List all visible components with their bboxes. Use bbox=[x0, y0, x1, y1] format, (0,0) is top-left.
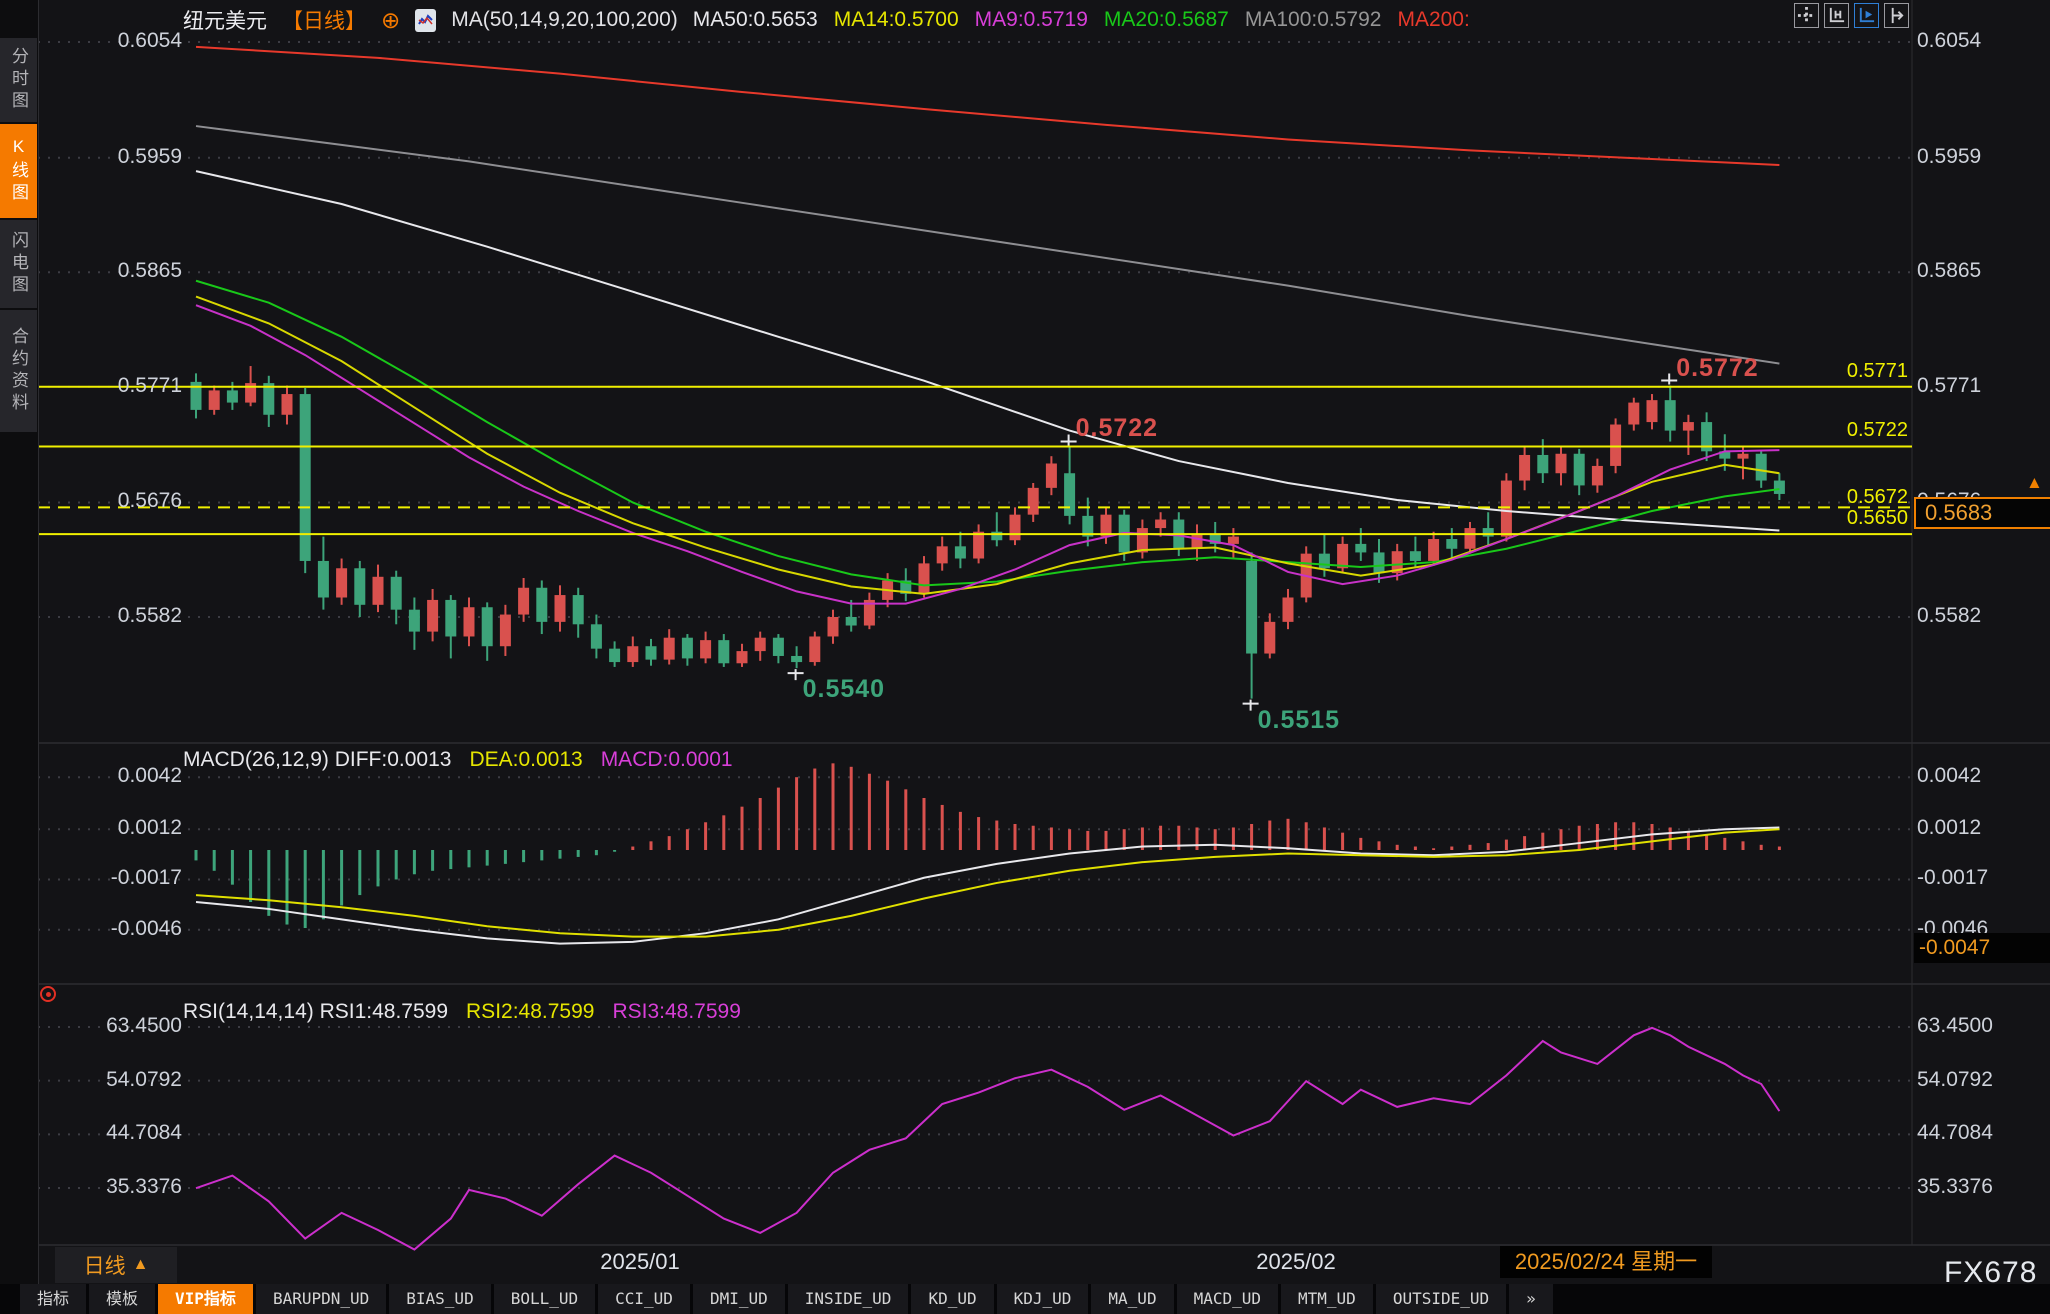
price-axis-label: 0.5582 bbox=[117, 603, 182, 627]
macd-pane-header: MACD(26,12,9) DIFF:0.0013 DEA:0.0013 MACD:… bbox=[183, 748, 733, 772]
month-axis-label: 2025/01 bbox=[600, 1249, 680, 1274]
rsi-axis-label: 35.3376 bbox=[1917, 1174, 1993, 1198]
macd-min-badge: -0.0047 bbox=[1914, 933, 2050, 963]
level-line-label: 0.5650 bbox=[1846, 507, 1908, 530]
ma-value-label: MA14:0.5700 bbox=[833, 8, 959, 31]
ma-value-label: MA200: bbox=[1397, 8, 1470, 31]
ma-params-label: MA(50,14,9,20,100,200) bbox=[451, 8, 678, 31]
price-axis-label: 0.5865 bbox=[117, 259, 182, 283]
rsi-axis-label: 44.7084 bbox=[1917, 1121, 1993, 1145]
indicator-tab-biasud[interactable]: BIAS_UD bbox=[389, 1284, 491, 1314]
crosshair-icon[interactable] bbox=[1794, 3, 1819, 28]
level-line-label: 0.5672 bbox=[1846, 486, 1908, 509]
price-axis-label: 0.5676 bbox=[117, 489, 182, 513]
chart-canvas[interactable] bbox=[0, 0, 2050, 1314]
ma-value-label: MA20:0.5687 bbox=[1103, 8, 1229, 31]
symbol-name: 纽元美元 bbox=[183, 10, 267, 33]
level-line-label: 0.5771 bbox=[1846, 359, 1908, 382]
ma-value-label: MA50:0.5653 bbox=[692, 8, 818, 31]
indicator-tab-maud[interactable]: MA_UD bbox=[1091, 1284, 1174, 1314]
indicator-tab-kdud[interactable]: KD_UD bbox=[911, 1284, 994, 1314]
ma-value-label: MA100:0.5792 bbox=[1244, 8, 1382, 31]
add-compare-icon[interactable]: ⊕ bbox=[381, 9, 400, 32]
indicator-tab-outsideud[interactable]: OUTSIDE_UD bbox=[1375, 1284, 1507, 1314]
indicator-tab-kdjud[interactable]: KDJ_UD bbox=[996, 1284, 1089, 1314]
indicator-tab-[interactable]: 模板 bbox=[89, 1284, 156, 1314]
indicator-tab-macdud[interactable]: MACD_UD bbox=[1176, 1284, 1279, 1314]
rsi-value-label: RSI3:48.7599 bbox=[612, 1000, 741, 1023]
price-axis-label: 0.5959 bbox=[117, 144, 182, 168]
period-selector[interactable]: 日线 ▲ bbox=[55, 1247, 177, 1283]
indicator-tab-[interactable]: 指标 bbox=[20, 1284, 87, 1314]
indicator-tabbar: 指标 模板 VIP指标 BARUPDN_UD BIAS_UD BOLL_UD CCI_UD D… bbox=[0, 1284, 2050, 1314]
macd-axis-label: 0.0012 bbox=[1917, 816, 1982, 840]
indicator-tab-mtmud[interactable]: MTM_UD bbox=[1281, 1284, 1373, 1314]
price-annotation: 0.5772 bbox=[1676, 353, 1759, 382]
macd-value-label: DEA:0.0013 bbox=[469, 748, 583, 771]
level-line-label: 0.5722 bbox=[1846, 419, 1908, 442]
price-axis-label: 0.5582 bbox=[1917, 603, 1982, 627]
rsi-pane-header: RSI(14,14,14) RSI1:48.7599 RSI2:48.7599 RS… bbox=[183, 1000, 741, 1024]
price-axis-label: 0.5771 bbox=[1917, 373, 1982, 397]
macd-axis-label: 0.0042 bbox=[117, 764, 182, 788]
scale-toolbar bbox=[1794, 3, 1909, 28]
indicator-tab-vip[interactable]: VIP指标 bbox=[158, 1284, 253, 1314]
rsi-value-label: RSI2:48.7599 bbox=[466, 1000, 595, 1023]
target-marker-icon bbox=[40, 986, 56, 1002]
ma-legend: MA50:0.5653 MA14:0.5700 MA9:0.5719 MA20:0.5… bbox=[693, 8, 1470, 32]
sidebar-item-timeshare[interactable]: 分时图 bbox=[0, 38, 37, 122]
rsi-axis-label: 63.4500 bbox=[106, 1014, 182, 1037]
indicator-tab-dmiud[interactable]: DMI_UD bbox=[692, 1284, 785, 1314]
month-axis-label: 2025/02 bbox=[1256, 1249, 1336, 1274]
rsi-axis-label: 54.0792 bbox=[106, 1067, 182, 1091]
period-selector-label: 日线 bbox=[83, 1255, 126, 1278]
sidebar-item-contract-info[interactable]: 合约资料 bbox=[0, 310, 37, 432]
macd-value-label: MACD(26,12,9) DIFF:0.0013 bbox=[183, 748, 452, 771]
price-axis-label: 0.5959 bbox=[1917, 144, 1982, 168]
price-axis-label: 0.6054 bbox=[1917, 29, 1982, 52]
indicator-tab-insideud[interactable]: INSIDE_UD bbox=[787, 1284, 909, 1314]
macd-axis-label: -0.0017 bbox=[1917, 866, 1989, 890]
cursor-date-badge: 2025/02/24 星期一 bbox=[1500, 1246, 1712, 1278]
indicator-chart-icon[interactable] bbox=[415, 8, 437, 32]
axis-scale-icon[interactable] bbox=[1824, 3, 1849, 28]
indicator-tab-bollud[interactable]: BOLL_UD bbox=[493, 1284, 596, 1314]
price-axis-label: 0.5771 bbox=[117, 373, 182, 397]
rsi-value-label: RSI(14,14,14) RSI1:48.7599 bbox=[183, 1000, 449, 1023]
price-annotation: 0.5722 bbox=[1075, 414, 1159, 443]
price-pane-header: 纽元美元 【日线】 ⊕ MA(50,14,9,20,100,200) MA50:… bbox=[183, 5, 1470, 35]
rsi-axis-label: 63.4500 bbox=[1917, 1014, 1993, 1037]
period-tag[interactable]: 【日线】 bbox=[282, 5, 366, 35]
macd-axis-label: 0.0042 bbox=[1917, 764, 1982, 788]
rsi-axis-label: 54.0792 bbox=[1917, 1067, 1993, 1091]
ma-value-label: MA9:0.5719 bbox=[974, 8, 1088, 31]
macd-axis-label: 0.0012 bbox=[117, 816, 182, 840]
price-axis-label: 0.6054 bbox=[117, 29, 182, 52]
indicator-tab-[interactable]: » bbox=[1509, 1284, 1553, 1314]
period-selector-arrow-icon: ▲ bbox=[132, 1256, 149, 1273]
indicator-tab-barupdnud[interactable]: BARUPDN_UD bbox=[255, 1284, 387, 1314]
price-axis-label: 0.5865 bbox=[1917, 259, 1982, 283]
rsi-axis-label: 44.7084 bbox=[106, 1121, 182, 1145]
macd-axis-label: -0.0017 bbox=[110, 866, 182, 890]
price-annotation: 0.5540 bbox=[802, 675, 886, 704]
price-up-arrow-icon: ▲ bbox=[2026, 473, 2043, 492]
macd-axis-label: -0.0046 bbox=[110, 916, 182, 940]
sidebar-item-lightning[interactable]: 闪电图 bbox=[0, 220, 37, 308]
current-price-badge: 0.5683 bbox=[1914, 497, 2050, 529]
sidebar-item-kline[interactable]: K线图 bbox=[0, 124, 37, 218]
chart-type-sidebar: 分时图 K线图 闪电图 合约资料 bbox=[0, 0, 39, 1284]
rsi-axis-label: 35.3376 bbox=[106, 1174, 182, 1198]
axis-play-icon[interactable] bbox=[1854, 3, 1879, 28]
macd-value-label: MACD:0.0001 bbox=[600, 748, 733, 771]
line-shift-icon[interactable] bbox=[1884, 3, 1909, 28]
price-annotation: 0.5515 bbox=[1257, 705, 1341, 734]
trading-app: 分时图 K线图 闪电图 合约资料 纽元美元 【日线】 ⊕ MA(50,14,9,… bbox=[0, 0, 2050, 1314]
indicator-tab-cciud[interactable]: CCI_UD bbox=[598, 1284, 690, 1314]
